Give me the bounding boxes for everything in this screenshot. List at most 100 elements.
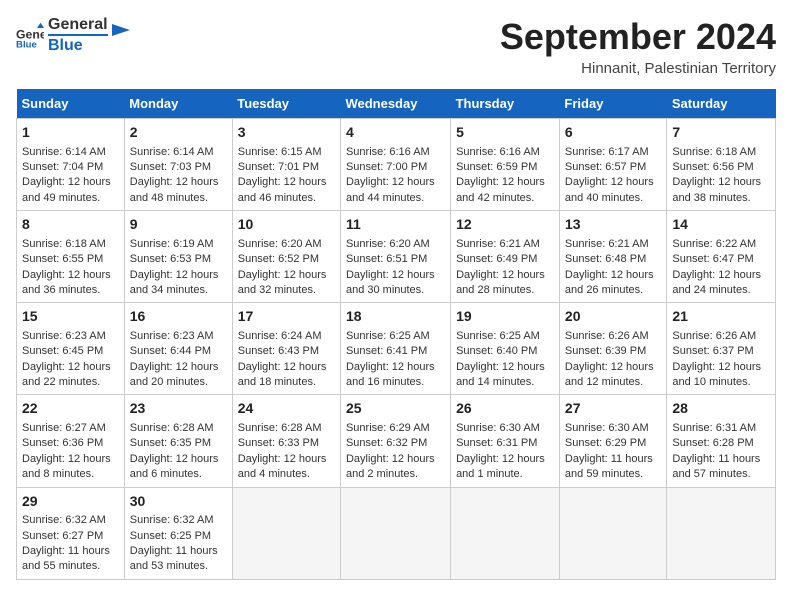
sunrise-label: Sunrise: 6:32 AM <box>130 514 214 526</box>
sunrise-label: Sunrise: 6:31 AM <box>672 422 756 434</box>
calendar-cell: 21 Sunrise: 6:26 AM Sunset: 6:37 PM Dayl… <box>667 303 776 395</box>
sunset-label: Sunset: 6:29 PM <box>565 437 646 449</box>
sunset-label: Sunset: 6:56 PM <box>672 161 753 173</box>
sunset-label: Sunset: 6:59 PM <box>456 161 537 173</box>
calendar-cell: 9 Sunrise: 6:19 AM Sunset: 6:53 PM Dayli… <box>124 211 232 303</box>
col-monday: Monday <box>124 89 232 119</box>
day-number: 8 <box>22 215 119 235</box>
sunrise-label: Sunrise: 6:26 AM <box>565 330 649 342</box>
daylight-label: Daylight: 11 hours and 53 minutes. <box>130 545 218 572</box>
day-number: 28 <box>672 399 770 419</box>
sunrise-label: Sunrise: 6:18 AM <box>22 238 106 250</box>
day-number: 1 <box>22 123 119 143</box>
daylight-label: Daylight: 11 hours and 57 minutes. <box>672 453 760 480</box>
sunset-label: Sunset: 6:51 PM <box>346 253 427 265</box>
day-number: 15 <box>22 307 119 327</box>
sunset-label: Sunset: 6:33 PM <box>238 437 319 449</box>
daylight-label: Daylight: 12 hours and 28 minutes. <box>456 269 545 296</box>
col-friday: Friday <box>559 89 666 119</box>
calendar-cell: 8 Sunrise: 6:18 AM Sunset: 6:55 PM Dayli… <box>17 211 125 303</box>
week-row-2: 8 Sunrise: 6:18 AM Sunset: 6:55 PM Dayli… <box>17 211 776 303</box>
calendar-cell <box>232 487 340 579</box>
calendar-cell: 17 Sunrise: 6:24 AM Sunset: 6:43 PM Dayl… <box>232 303 340 395</box>
sunrise-label: Sunrise: 6:21 AM <box>565 238 649 250</box>
sunrise-label: Sunrise: 6:32 AM <box>22 514 106 526</box>
sunrise-label: Sunrise: 6:30 AM <box>456 422 540 434</box>
calendar-cell: 16 Sunrise: 6:23 AM Sunset: 6:44 PM Dayl… <box>124 303 232 395</box>
sunset-label: Sunset: 6:52 PM <box>238 253 319 265</box>
sunset-label: Sunset: 7:00 PM <box>346 161 427 173</box>
day-number: 21 <box>672 307 770 327</box>
calendar-cell: 12 Sunrise: 6:21 AM Sunset: 6:49 PM Dayl… <box>451 211 560 303</box>
day-number: 5 <box>456 123 554 143</box>
daylight-label: Daylight: 12 hours and 30 minutes. <box>346 269 435 296</box>
daylight-label: Daylight: 12 hours and 49 minutes. <box>22 176 111 203</box>
sunset-label: Sunset: 6:47 PM <box>672 253 753 265</box>
calendar-cell: 11 Sunrise: 6:20 AM Sunset: 6:51 PM Dayl… <box>340 211 450 303</box>
day-number: 3 <box>238 123 335 143</box>
day-number: 4 <box>346 123 445 143</box>
daylight-label: Daylight: 12 hours and 20 minutes. <box>130 361 219 388</box>
calendar-cell: 24 Sunrise: 6:28 AM Sunset: 6:33 PM Dayl… <box>232 395 340 487</box>
daylight-label: Daylight: 12 hours and 34 minutes. <box>130 269 219 296</box>
daylight-label: Daylight: 12 hours and 2 minutes. <box>346 453 435 480</box>
calendar-cell: 20 Sunrise: 6:26 AM Sunset: 6:39 PM Dayl… <box>559 303 666 395</box>
daylight-label: Daylight: 12 hours and 24 minutes. <box>672 269 761 296</box>
col-wednesday: Wednesday <box>340 89 450 119</box>
sunrise-label: Sunrise: 6:27 AM <box>22 422 106 434</box>
sunset-label: Sunset: 6:25 PM <box>130 530 211 542</box>
day-number: 26 <box>456 399 554 419</box>
daylight-label: Daylight: 12 hours and 26 minutes. <box>565 269 654 296</box>
daylight-label: Daylight: 12 hours and 48 minutes. <box>130 176 219 203</box>
calendar-table: Sunday Monday Tuesday Wednesday Thursday… <box>16 89 776 580</box>
daylight-label: Daylight: 12 hours and 38 minutes. <box>672 176 761 203</box>
daylight-label: Daylight: 12 hours and 44 minutes. <box>346 176 435 203</box>
logo-blue: Blue <box>48 34 108 55</box>
sunrise-label: Sunrise: 6:21 AM <box>456 238 540 250</box>
sunset-label: Sunset: 6:53 PM <box>130 253 211 265</box>
daylight-label: Daylight: 12 hours and 40 minutes. <box>565 176 654 203</box>
day-number: 24 <box>238 399 335 419</box>
calendar-cell: 22 Sunrise: 6:27 AM Sunset: 6:36 PM Dayl… <box>17 395 125 487</box>
daylight-label: Daylight: 12 hours and 22 minutes. <box>22 361 111 388</box>
sunset-label: Sunset: 6:57 PM <box>565 161 646 173</box>
sunset-label: Sunset: 6:32 PM <box>346 437 427 449</box>
calendar-cell: 18 Sunrise: 6:25 AM Sunset: 6:41 PM Dayl… <box>340 303 450 395</box>
calendar-cell: 10 Sunrise: 6:20 AM Sunset: 6:52 PM Dayl… <box>232 211 340 303</box>
daylight-label: Daylight: 12 hours and 1 minute. <box>456 453 545 480</box>
logo: General Blue General Blue <box>16 16 130 54</box>
col-sunday: Sunday <box>17 89 125 119</box>
calendar-cell: 13 Sunrise: 6:21 AM Sunset: 6:48 PM Dayl… <box>559 211 666 303</box>
title-area: September 2024 Hinnanit, Palestinian Ter… <box>500 16 776 77</box>
daylight-label: Daylight: 12 hours and 42 minutes. <box>456 176 545 203</box>
calendar-cell: 27 Sunrise: 6:30 AM Sunset: 6:29 PM Dayl… <box>559 395 666 487</box>
calendar-cell: 28 Sunrise: 6:31 AM Sunset: 6:28 PM Dayl… <box>667 395 776 487</box>
calendar-cell: 25 Sunrise: 6:29 AM Sunset: 6:32 PM Dayl… <box>340 395 450 487</box>
sunrise-label: Sunrise: 6:29 AM <box>346 422 430 434</box>
svg-text:Blue: Blue <box>16 39 37 49</box>
day-number: 11 <box>346 215 445 235</box>
calendar-header-row: Sunday Monday Tuesday Wednesday Thursday… <box>17 89 776 119</box>
sunrise-label: Sunrise: 6:22 AM <box>672 238 756 250</box>
day-number: 23 <box>130 399 227 419</box>
sunset-label: Sunset: 7:04 PM <box>22 161 103 173</box>
day-number: 7 <box>672 123 770 143</box>
day-number: 9 <box>130 215 227 235</box>
calendar-cell <box>559 487 666 579</box>
calendar-cell: 5 Sunrise: 6:16 AM Sunset: 6:59 PM Dayli… <box>451 119 560 211</box>
sunrise-label: Sunrise: 6:30 AM <box>565 422 649 434</box>
sunrise-label: Sunrise: 6:19 AM <box>130 238 214 250</box>
calendar-cell: 23 Sunrise: 6:28 AM Sunset: 6:35 PM Dayl… <box>124 395 232 487</box>
calendar-cell: 3 Sunrise: 6:15 AM Sunset: 7:01 PM Dayli… <box>232 119 340 211</box>
sunset-label: Sunset: 6:39 PM <box>565 345 646 357</box>
daylight-label: Daylight: 12 hours and 14 minutes. <box>456 361 545 388</box>
daylight-label: Daylight: 12 hours and 46 minutes. <box>238 176 327 203</box>
day-number: 27 <box>565 399 661 419</box>
sunset-label: Sunset: 6:28 PM <box>672 437 753 449</box>
sunrise-label: Sunrise: 6:15 AM <box>238 146 322 158</box>
logo-icon: General Blue <box>16 21 44 49</box>
sunrise-label: Sunrise: 6:17 AM <box>565 146 649 158</box>
sunrise-label: Sunrise: 6:20 AM <box>346 238 430 250</box>
sunset-label: Sunset: 7:03 PM <box>130 161 211 173</box>
sunset-label: Sunset: 6:35 PM <box>130 437 211 449</box>
